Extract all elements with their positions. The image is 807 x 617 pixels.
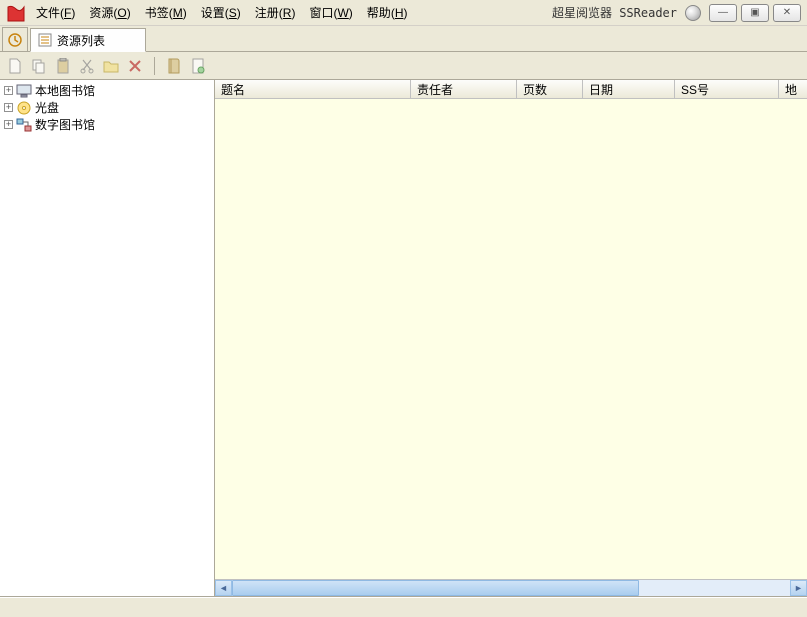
tab-strip: 资源列表: [0, 26, 807, 52]
horizontal-scrollbar[interactable]: ◄ ►: [215, 579, 807, 596]
column-header-location[interactable]: 地: [779, 80, 807, 98]
tree-item-disc[interactable]: + 光盘: [2, 99, 212, 116]
app-logo-icon: [6, 3, 26, 23]
menu-register[interactable]: 注册(R): [249, 2, 302, 23]
list-body[interactable]: [215, 99, 807, 579]
scroll-right-button[interactable]: ►: [790, 580, 807, 596]
toolbar-separator: [154, 57, 155, 75]
column-header-date[interactable]: 日期: [583, 80, 675, 98]
cut-icon[interactable]: [78, 57, 96, 75]
title-bar: 文件(F) 资源(O) 书签(M) 设置(S) 注册(R) 窗口(W) 帮助(H…: [0, 0, 807, 26]
new-doc-icon[interactable]: [6, 57, 24, 75]
column-headers: 题名 责任者 页数 日期 SS号 地: [215, 80, 807, 99]
expand-icon[interactable]: +: [4, 86, 13, 95]
menu-help[interactable]: 帮助(H): [361, 2, 414, 23]
menu-file[interactable]: 文件(F): [30, 2, 81, 23]
list-icon: [37, 32, 53, 48]
expand-icon[interactable]: +: [4, 120, 13, 129]
tree-item-local-library[interactable]: + 本地图书馆: [2, 82, 212, 99]
properties-icon[interactable]: [189, 57, 207, 75]
copy-icon[interactable]: [30, 57, 48, 75]
network-icon: [16, 117, 32, 133]
content-pane: 题名 责任者 页数 日期 SS号 地 ◄ ►: [215, 80, 807, 596]
status-bar: [0, 597, 807, 617]
main-area: + 本地图书馆 + 光盘 + 数字图书馆 题名 责任者 页数 日期: [0, 80, 807, 597]
column-header-pages[interactable]: 页数: [517, 80, 583, 98]
scroll-left-button[interactable]: ◄: [215, 580, 232, 596]
delete-icon[interactable]: [126, 57, 144, 75]
app-title: 超星阅览器 SSReader: [552, 4, 677, 21]
close-button[interactable]: ✕: [773, 4, 801, 22]
menu-settings[interactable]: 设置(S): [195, 2, 247, 23]
book-icon[interactable]: [165, 57, 183, 75]
tree-item-label: 本地图书馆: [35, 82, 95, 99]
menu-window[interactable]: 窗口(W): [303, 2, 358, 23]
tree-item-digital-library[interactable]: + 数字图书馆: [2, 116, 212, 133]
tab-label: 资源列表: [57, 32, 105, 49]
menu-resource[interactable]: 资源(O): [83, 2, 136, 23]
resource-tree[interactable]: + 本地图书馆 + 光盘 + 数字图书馆: [0, 80, 215, 596]
column-header-ssid[interactable]: SS号: [675, 80, 779, 98]
scroll-track[interactable]: [232, 580, 790, 596]
monitor-icon: [16, 83, 32, 99]
activity-indicator-icon: [685, 5, 701, 21]
minimize-button[interactable]: —: [709, 4, 737, 22]
scroll-thumb[interactable]: [232, 580, 639, 596]
menu-bar: 文件(F) 资源(O) 书签(M) 设置(S) 注册(R) 窗口(W) 帮助(H…: [30, 2, 413, 23]
window-controls: — ▣ ✕: [709, 4, 801, 22]
column-header-author[interactable]: 责任者: [411, 80, 517, 98]
column-header-title[interactable]: 题名: [215, 80, 411, 98]
paste-icon[interactable]: [54, 57, 72, 75]
maximize-button[interactable]: ▣: [741, 4, 769, 22]
expand-icon[interactable]: +: [4, 103, 13, 112]
folder-icon[interactable]: [102, 57, 120, 75]
tab-resource-list[interactable]: 资源列表: [30, 28, 146, 52]
history-tab-button[interactable]: [2, 27, 28, 51]
tree-item-label: 数字图书馆: [35, 116, 95, 133]
disc-icon: [16, 100, 32, 116]
toolbar: [0, 52, 807, 80]
menu-bookmark[interactable]: 书签(M): [139, 2, 193, 23]
tree-item-label: 光盘: [35, 99, 59, 116]
